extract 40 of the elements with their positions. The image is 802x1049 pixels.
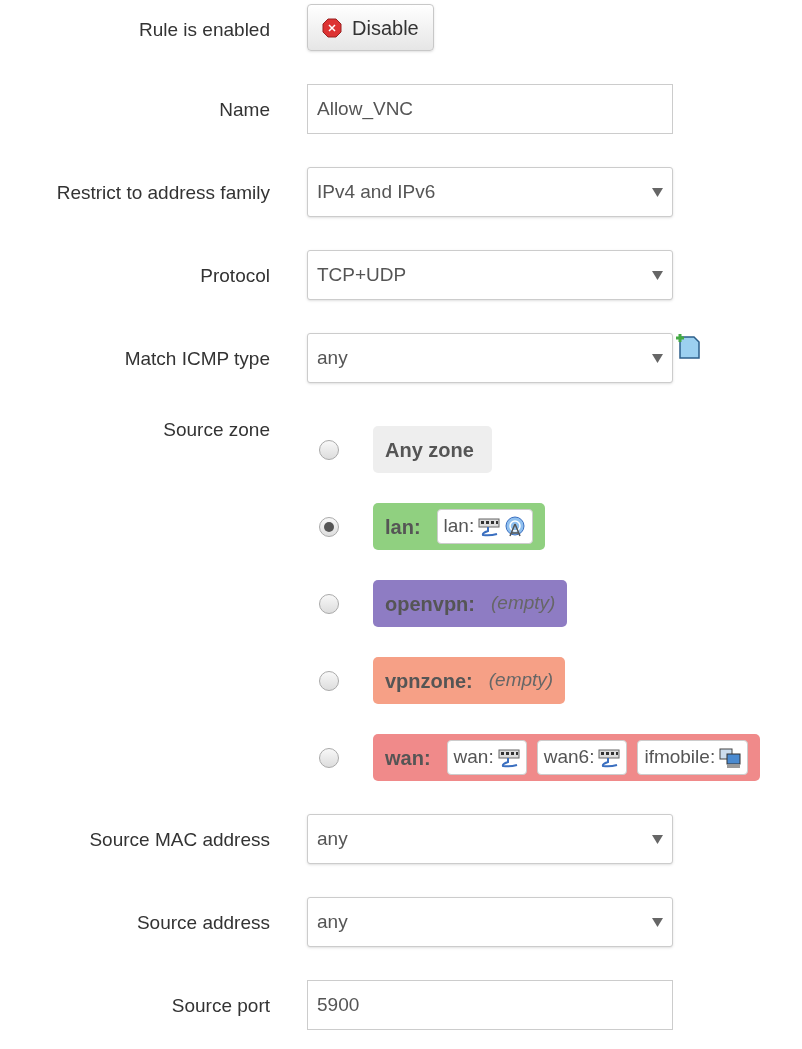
- interface-name: wan6:: [543, 745, 595, 770]
- interface-name: lan:: [443, 514, 475, 539]
- radio-button[interactable]: [319, 670, 339, 691]
- field-label: Source address: [136, 912, 270, 933]
- zone-name: openvpn:: [385, 591, 475, 617]
- stop-icon: [322, 17, 342, 38]
- zone-name: wan:: [385, 745, 431, 771]
- dropdown-caret-icon: [652, 187, 663, 197]
- radio-button[interactable]: [319, 439, 339, 460]
- field-label: Name: [219, 99, 270, 120]
- dropdown-caret-icon: [652, 834, 663, 844]
- field-label: Rule is enabled: [139, 19, 270, 40]
- interface-name: wan:: [453, 745, 494, 770]
- radio-button[interactable]: [319, 593, 339, 614]
- text-field[interactable]: Allow_VNC: [307, 84, 673, 134]
- add-document-icon[interactable]: [675, 333, 701, 359]
- field-label: Restrict to address family: [56, 182, 270, 203]
- dropdown-caret-icon: [652, 353, 663, 363]
- field-label: Source MAC address: [89, 829, 270, 850]
- radio-button[interactable]: [319, 747, 339, 768]
- empty-note: (empty): [491, 591, 556, 616]
- select-dropdown[interactable]: any: [307, 814, 673, 864]
- field-label: Match ICMP type: [124, 348, 270, 369]
- field-label: Source zone: [163, 419, 270, 440]
- empty-note: (empty): [488, 668, 554, 693]
- field-label: Source port: [171, 995, 270, 1016]
- radio-button[interactable]: [319, 516, 339, 537]
- select-dropdown[interactable]: IPv4 and IPv6: [307, 167, 673, 217]
- interface-name: ifmobile:: [644, 745, 716, 770]
- field-label: Protocol: [200, 265, 270, 286]
- zone-name: vpnzone:: [385, 668, 473, 694]
- select-dropdown[interactable]: any: [307, 333, 673, 383]
- dropdown-caret-icon: [652, 917, 663, 927]
- dropdown-caret-icon: [652, 270, 663, 280]
- select-dropdown[interactable]: TCP+UDP: [307, 250, 673, 300]
- text-field[interactable]: 5900: [307, 980, 673, 1030]
- zone-name: lan:: [385, 514, 421, 540]
- zone-name: Any zone: [385, 437, 474, 463]
- select-dropdown[interactable]: any: [307, 897, 673, 947]
- disable-button[interactable]: Disable: [307, 4, 434, 51]
